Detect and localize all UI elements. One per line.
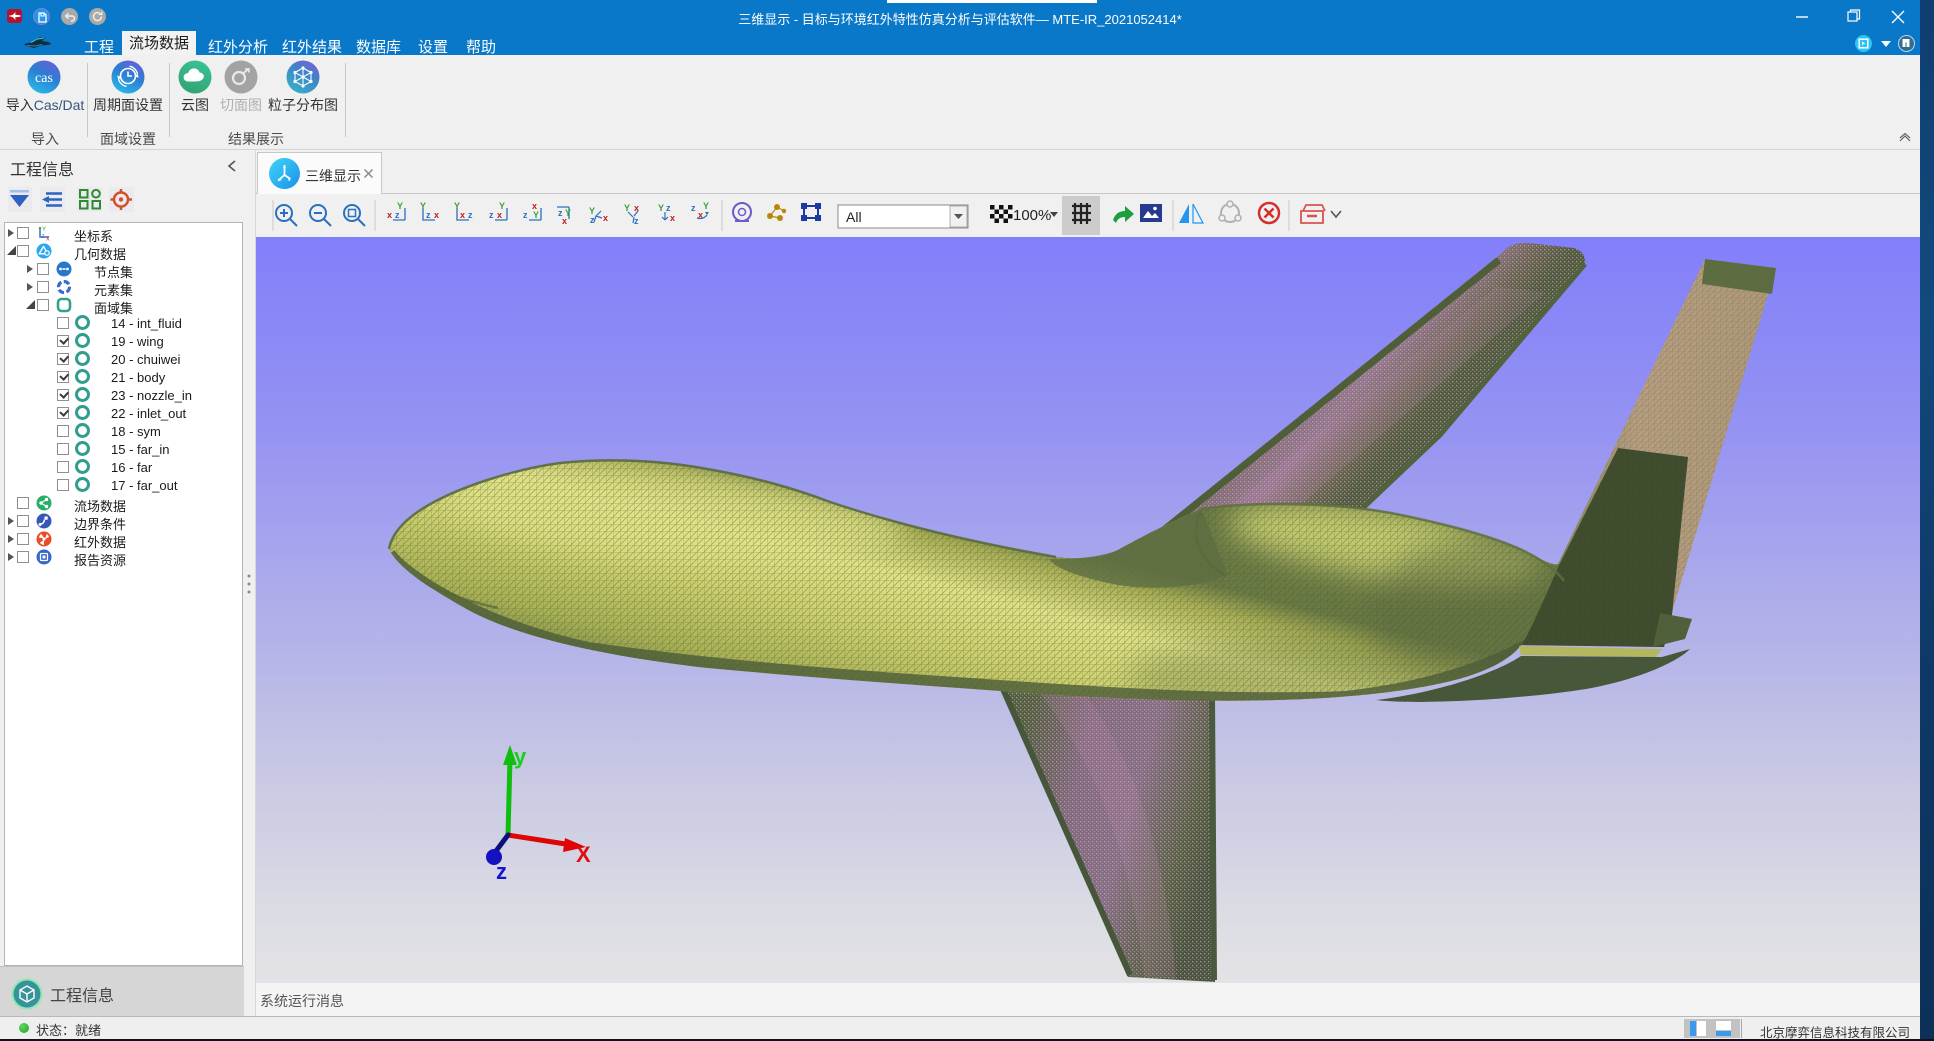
svg-text:z: z [590,215,595,225]
svg-text:z: z [426,210,431,220]
svg-text:x: x [670,213,675,223]
svg-text:x: x [434,210,439,220]
svg-text:Y: Y [624,203,630,213]
svg-text:100%: 100% [1013,207,1051,224]
svg-text:cas: cas [35,71,53,86]
svg-text:z: z [666,203,671,213]
svg-text:z: z [691,203,696,213]
svg-text:x: x [387,210,392,220]
svg-text:z: z [523,210,528,220]
svg-text:z: z [496,859,507,884]
svg-text:z: z [489,210,494,220]
svg-text:Y: Y [658,203,664,213]
svg-text:x: x [603,213,608,223]
svg-text:X: X [576,842,591,867]
svg-text:y: y [514,744,527,769]
svg-text:x: x [460,210,465,220]
svg-text:All: All [846,209,862,225]
svg-text:z: z [395,210,400,220]
svg-text:z: z [42,234,45,240]
svg-text:Y: Y [533,210,539,220]
svg-text:x: x [497,210,502,220]
svg-text:Y: Y [397,201,403,211]
svg-text:x: x [562,216,567,226]
svg-text:Y: Y [703,201,709,211]
svg-text:x: x [46,236,50,242]
svg-text:Y: Y [42,227,46,233]
svg-text:z: z [468,210,473,220]
svg-text:Y: Y [499,201,505,211]
svg-text:z: z [634,216,639,226]
